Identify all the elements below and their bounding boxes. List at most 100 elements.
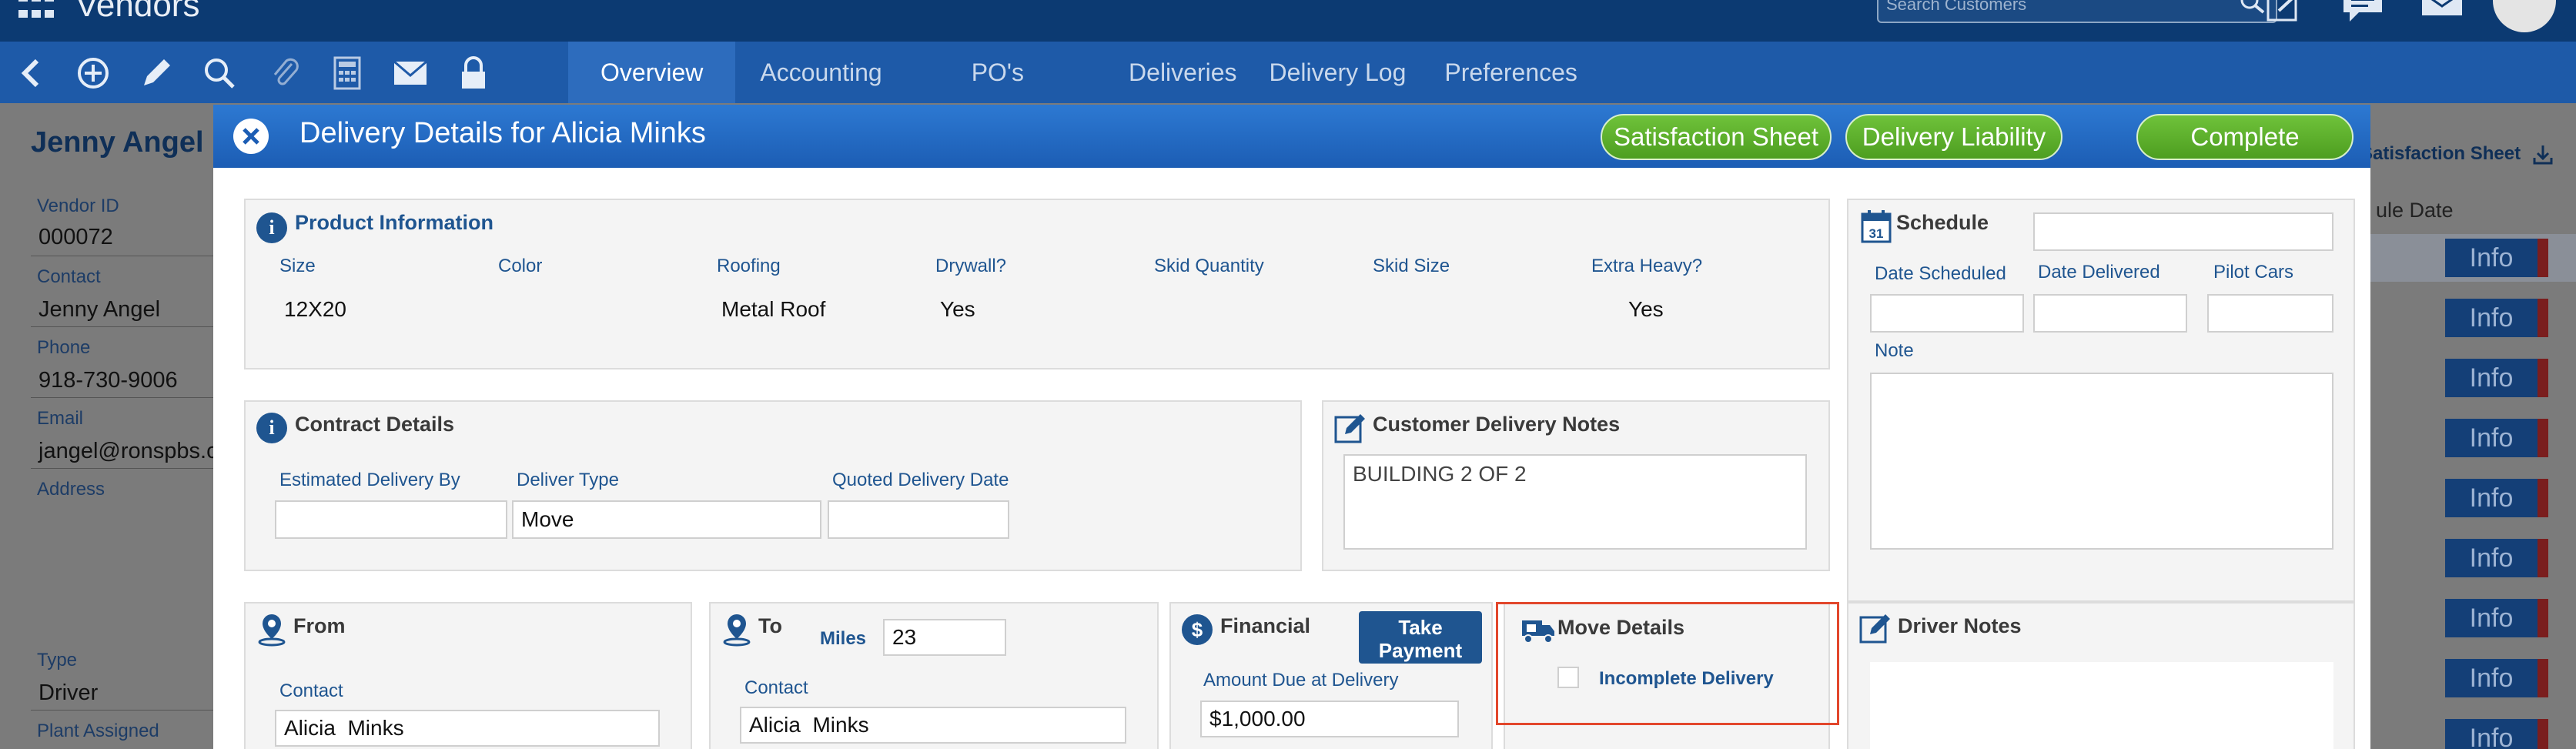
quoted-delivery-date-input[interactable] <box>828 500 1009 539</box>
from-contact-input[interactable] <box>275 710 660 747</box>
modal-body: i Product Information Size Color Roofing… <box>213 168 2370 749</box>
driver-notes-title: Driver Notes <box>1898 614 2022 637</box>
envelope-icon[interactable] <box>393 55 428 91</box>
info-button[interactable]: Info <box>2445 359 2538 397</box>
miles-label: Miles <box>820 628 867 649</box>
to-contact-label: Contact <box>744 677 808 698</box>
extra-heavy-value: Yes <box>1628 297 1664 321</box>
phone-value: 918-730-9006 <box>38 368 178 393</box>
attachment-paperclip-icon[interactable] <box>266 55 302 91</box>
color-label: Color <box>498 256 543 276</box>
row-edge <box>2538 599 2548 637</box>
info-button[interactable]: Info <box>2445 479 2538 517</box>
contact-label: Contact <box>37 266 101 287</box>
from-contact-label: Contact <box>279 680 343 701</box>
type-label: Type <box>37 650 78 670</box>
roofing-value: Metal Roof <box>721 297 826 321</box>
dollar-icon: $ <box>1182 614 1213 645</box>
user-avatar[interactable] <box>2493 0 2556 32</box>
date-scheduled-label: Date Scheduled <box>1875 263 2006 284</box>
tab-overview[interactable]: Overview <box>568 42 736 103</box>
take-payment-button[interactable]: Take Payment <box>1359 611 1482 664</box>
info-button[interactable]: Info <box>2445 299 2538 337</box>
contact-value: Jenny Angel <box>38 297 161 322</box>
date-scheduled-input[interactable] <box>1870 294 2024 333</box>
address-label: Address <box>37 479 105 500</box>
financial-panel: $ Financial Take Payment Amount Due at D… <box>1169 602 1493 749</box>
satisfaction-sheet-link[interactable]: Satisfaction Sheet <box>2360 143 2554 166</box>
vendor-id-label: Vendor ID <box>37 196 119 216</box>
tab-accounting[interactable]: Accounting <box>735 42 940 103</box>
satisfaction-sheet-button[interactable]: Satisfaction Sheet <box>1601 114 1832 160</box>
from-panel: From Contact <box>244 602 692 749</box>
customer-delivery-notes-textarea[interactable] <box>1343 454 1807 550</box>
row-edge <box>2538 719 2548 749</box>
info-button[interactable]: Info <box>2445 659 2538 697</box>
calculator-icon[interactable] <box>330 55 365 91</box>
modal-header: Delivery Details for Alicia Minks Satisf… <box>213 105 2370 168</box>
email-value: jangel@ronspbs.co <box>38 439 230 463</box>
search-customers-box[interactable] <box>1877 0 2277 23</box>
row-edge <box>2538 419 2548 457</box>
edit-pencil-icon[interactable] <box>139 55 174 91</box>
schedule-note-textarea[interactable] <box>1870 373 2333 550</box>
location-pin-icon <box>723 614 751 647</box>
tab-label: Delivery Log <box>1269 58 1407 86</box>
add-circle-icon[interactable] <box>75 55 111 91</box>
drywall-label: Drywall? <box>935 256 1007 276</box>
customer-delivery-notes-title: Customer Delivery Notes <box>1373 413 1621 436</box>
info-button[interactable]: Info <box>2445 539 2538 577</box>
svg-text:31: 31 <box>1869 226 1884 241</box>
tab-bar: Overview Accounting PO's Deliveries Deli… <box>568 42 1593 103</box>
date-delivered-input[interactable] <box>2033 294 2187 333</box>
row-edge <box>2538 659 2548 697</box>
tab-deliveries[interactable]: Deliveries <box>1101 42 1269 103</box>
customer-delivery-notes-panel: Customer Delivery Notes <box>1322 400 1830 571</box>
apps-grid-icon[interactable] <box>18 0 55 22</box>
financial-title: Financial <box>1220 614 1311 637</box>
divider <box>31 710 216 711</box>
info-button[interactable]: Info <box>2445 719 2538 749</box>
deliver-type-label: Deliver Type <box>517 470 619 490</box>
tab-pos[interactable]: PO's <box>941 42 1101 103</box>
info-button[interactable]: Info <box>2445 239 2538 277</box>
amount-due-input[interactable] <box>1200 701 1459 737</box>
modal-title: Delivery Details for Alicia Minks <box>299 117 706 149</box>
deliver-type-input[interactable] <box>512 500 821 539</box>
search-customers-input[interactable] <box>1886 0 2225 17</box>
lock-icon[interactable] <box>456 55 491 91</box>
row-edge <box>2538 239 2548 277</box>
back-arrow-icon[interactable] <box>12 55 48 91</box>
tab-label: Accounting <box>760 58 882 86</box>
close-modal-button[interactable] <box>233 119 269 154</box>
extra-heavy-label: Extra Heavy? <box>1591 256 1703 276</box>
location-pin-icon <box>258 614 286 647</box>
complete-button[interactable]: Complete <box>2136 114 2354 160</box>
estimated-delivery-label: Estimated Delivery By <box>279 470 460 490</box>
compose-note-icon[interactable] <box>2263 0 2305 27</box>
schedule-date-column-header: ule Date <box>2376 199 2454 222</box>
estimated-delivery-input[interactable] <box>275 500 507 539</box>
pilot-cars-input[interactable] <box>2207 294 2333 333</box>
schedule-panel: 31 Schedule Date Scheduled Date Delivere… <box>1847 199 2355 602</box>
tab-delivery-log[interactable]: Delivery Log <box>1270 42 1423 103</box>
row-edge <box>2538 479 2548 517</box>
info-button[interactable]: Info <box>2445 599 2538 637</box>
schedule-header-field[interactable] <box>2033 212 2333 251</box>
to-title: To <box>758 614 782 637</box>
mail-icon[interactable] <box>2420 0 2465 22</box>
miles-input[interactable] <box>883 619 1006 656</box>
chat-icon[interactable] <box>2340 0 2385 28</box>
tab-label: Deliveries <box>1129 58 1237 86</box>
app-title: Vendors <box>75 0 200 24</box>
driver-notes-textarea[interactable] <box>1870 662 2333 749</box>
info-button[interactable]: Info <box>2445 419 2538 457</box>
search-icon[interactable] <box>2239 0 2267 18</box>
to-contact-input[interactable] <box>740 707 1126 744</box>
delivery-liability-button[interactable]: Delivery Liability <box>1845 114 2062 160</box>
info-icon: i <box>256 413 287 443</box>
tab-preferences[interactable]: Preferences <box>1423 42 1593 103</box>
search-icon[interactable] <box>202 55 237 91</box>
to-panel: To Miles Contact <box>709 602 1159 749</box>
delivery-details-modal: Delivery Details for Alicia Minks Satisf… <box>213 105 2370 749</box>
